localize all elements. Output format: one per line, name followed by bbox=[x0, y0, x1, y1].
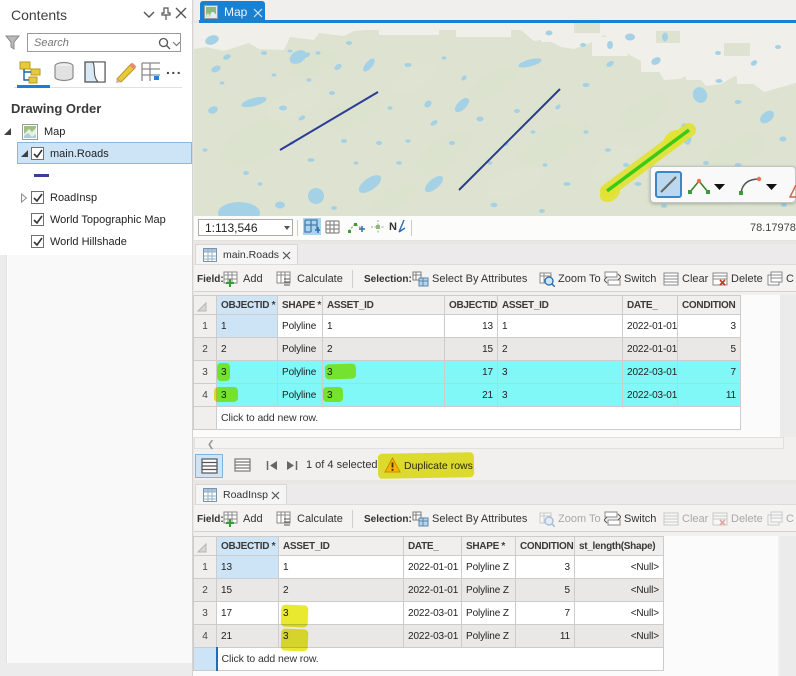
svg-text:N: N bbox=[389, 221, 397, 233]
